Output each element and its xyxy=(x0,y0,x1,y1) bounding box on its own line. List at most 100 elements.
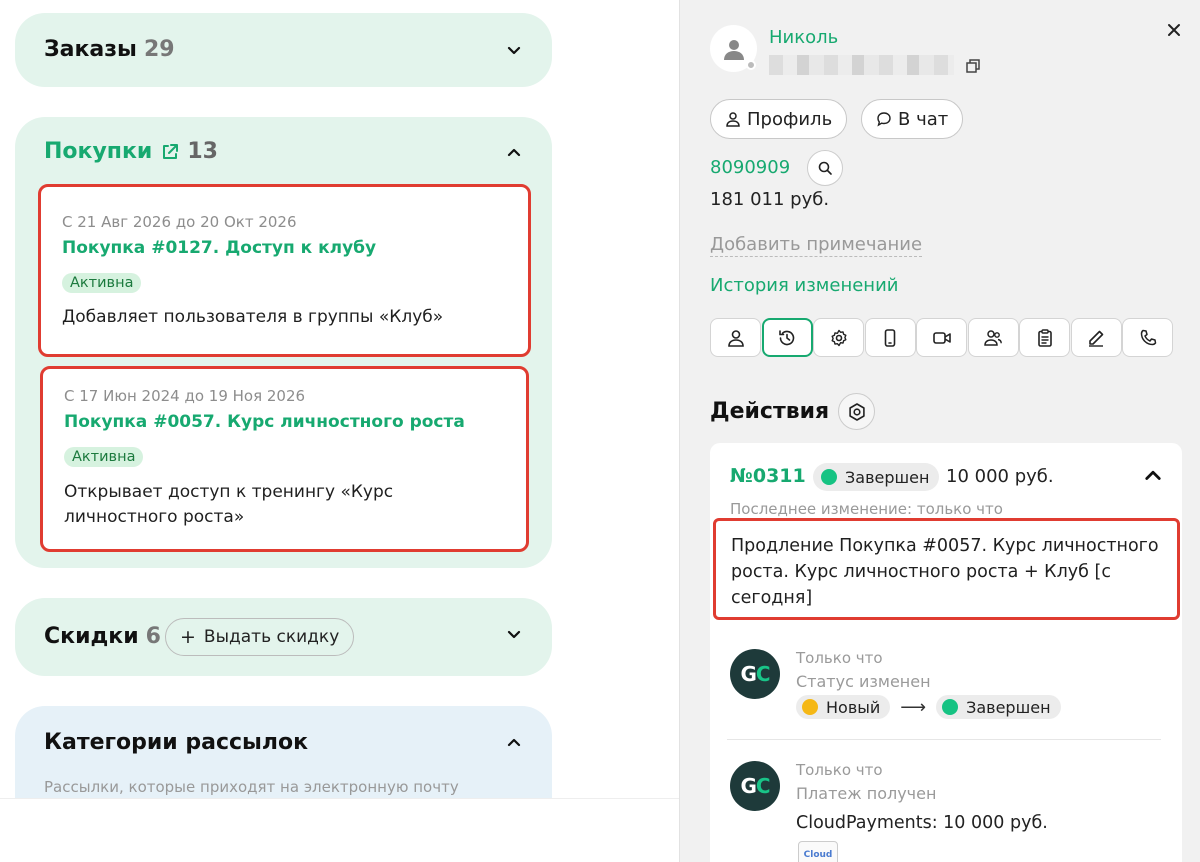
purchase-item[interactable]: С 21 Авг 2026 до 20 Окт 2026 Покупка #01… xyxy=(38,184,531,357)
status-dot-icon xyxy=(802,699,818,715)
give-discount-label: Выдать скидку xyxy=(203,627,340,647)
chevron-up-icon[interactable] xyxy=(504,733,524,753)
user-icon xyxy=(723,39,744,60)
user-name[interactable]: Николь xyxy=(769,27,838,48)
add-note-link[interactable]: Добавить примечание xyxy=(710,234,923,257)
user-panel: Николь Профиль В чат 8090909 181 011 руб… xyxy=(679,0,1200,862)
external-link-icon[interactable] xyxy=(160,142,180,162)
purchase-desc: Добавляет пользователя в группы «Клуб» xyxy=(62,307,444,327)
purchases-count: 13 xyxy=(187,139,218,164)
status-dot-icon xyxy=(821,469,837,485)
purchase-title[interactable]: Покупка #0127. Доступ к клубу xyxy=(62,238,376,258)
order-status-badge: Завершен xyxy=(813,463,940,491)
history-text: Статус изменен xyxy=(796,672,931,691)
total-amount: 181 011 руб. xyxy=(710,189,830,210)
status-to-label: Завершен xyxy=(966,697,1051,717)
discounts-title: Скидки xyxy=(44,624,139,649)
toolbar xyxy=(710,318,1174,357)
purchases-header[interactable]: Покупки 13 xyxy=(44,139,218,164)
gear-icon xyxy=(831,329,846,346)
profile-label: Профиль xyxy=(747,108,833,130)
toolbar-settings[interactable] xyxy=(813,318,864,357)
toolbar-history[interactable] xyxy=(761,318,813,357)
history-time: Только что xyxy=(796,649,883,667)
pencil-icon xyxy=(1089,330,1104,347)
status-dot-icon xyxy=(942,699,959,715)
action-card: №0311 Завершен 10 000 руб. Последнее изм… xyxy=(710,443,1182,862)
discounts-card[interactable]: Скидки 6 + Выдать скидку xyxy=(15,598,552,676)
arrow-right-icon: ⟶ xyxy=(900,696,927,718)
close-icon[interactable] xyxy=(1164,20,1184,40)
chevron-up-icon[interactable] xyxy=(1143,466,1163,486)
avatar[interactable] xyxy=(710,25,757,72)
history-link[interactable]: История изменений xyxy=(710,275,898,296)
order-sum: 10 000 руб. xyxy=(946,466,1054,487)
chat-button[interactable]: В чат xyxy=(861,99,964,139)
chevron-down-icon[interactable] xyxy=(504,40,524,60)
payment-info: CloudPayments: 10 000 руб. xyxy=(796,813,1048,833)
plus-icon: + xyxy=(180,626,196,648)
hexagon-settings-icon[interactable] xyxy=(838,393,875,430)
purchase-item[interactable]: С 17 Июн 2024 до 19 Ноя 2026 Покупка #00… xyxy=(40,366,529,552)
purchase-desc: Открывает доступ к тренингу «Курс личнос… xyxy=(64,482,394,527)
orders-count: 29 xyxy=(143,37,175,62)
chevron-down-icon[interactable] xyxy=(504,624,524,644)
toolbar-clipboard[interactable] xyxy=(1019,318,1070,357)
copy-icon[interactable] xyxy=(965,58,981,74)
discounts-count: 6 xyxy=(145,624,161,649)
order-product-box: Продление Покупка #0057. Курс личностног… xyxy=(713,518,1180,620)
clipboard-icon xyxy=(1037,328,1052,347)
purchase-dates: С 21 Авг 2026 до 20 Окт 2026 xyxy=(62,213,297,231)
cloudpayments-logo: Cloud xyxy=(798,841,838,862)
give-discount-button[interactable]: + Выдать скидку xyxy=(165,618,355,656)
last-change: Последнее изменение: только что xyxy=(730,500,1003,518)
phone-icon xyxy=(1140,329,1156,345)
left-panel: Заказы 29 Покупки 13 С 21 Авг 2026 до 20… xyxy=(0,0,679,862)
user-icon xyxy=(727,329,744,347)
purchase-title[interactable]: Покупка #0057. Курс личностного роста xyxy=(64,412,465,432)
toolbar-mobile[interactable] xyxy=(864,318,916,357)
status-change: Новый ⟶ Завершен xyxy=(796,695,1061,719)
user-email-blurred xyxy=(769,55,954,75)
discounts-header[interactable]: Скидки 6 xyxy=(44,624,161,649)
chevron-up-icon[interactable] xyxy=(504,143,524,163)
online-status-dot xyxy=(746,60,756,70)
bottom-bar xyxy=(0,798,679,862)
toolbar-users[interactable] xyxy=(967,318,1019,357)
users-icon xyxy=(984,329,1002,346)
order-number[interactable]: №0311 xyxy=(730,465,806,487)
toolbar-call[interactable] xyxy=(1122,318,1173,357)
divider xyxy=(727,739,1161,740)
purchases-title[interactable]: Покупки xyxy=(44,139,152,164)
orders-card[interactable]: Заказы 29 xyxy=(15,13,552,87)
orders-title: Заказы xyxy=(44,37,137,62)
order-status-label: Завершен xyxy=(845,467,930,487)
status-badge: Активна xyxy=(64,447,144,467)
orders-header[interactable]: Заказы 29 xyxy=(44,37,175,62)
toolbar-video[interactable] xyxy=(916,318,967,357)
video-icon xyxy=(932,331,951,344)
purchase-dates: С 17 Июн 2024 до 19 Ноя 2026 xyxy=(64,387,306,405)
history-icon xyxy=(779,329,795,345)
page: Заказы 29 Покупки 13 С 21 Авг 2026 до 20… xyxy=(0,0,1200,862)
chat-icon xyxy=(877,112,891,127)
gc-logo-icon: GC xyxy=(730,649,780,699)
gc-logo-icon: GC xyxy=(730,761,780,811)
search-icon[interactable] xyxy=(807,150,843,186)
user-icon xyxy=(726,112,740,127)
order-product: Продление Покупка #0057. Курс личностног… xyxy=(731,536,1159,608)
mailing-title: Категории рассылок xyxy=(44,730,309,755)
mailing-header[interactable]: Категории рассылок xyxy=(44,730,308,755)
mailing-subtitle: Рассылки, которые приходят на электронну… xyxy=(44,778,459,796)
status-from-label: Новый xyxy=(826,697,881,717)
history-time: Только что xyxy=(796,761,883,779)
chat-label: В чат xyxy=(898,108,949,130)
profile-button[interactable]: Профиль xyxy=(710,99,848,139)
status-from-badge: Новый xyxy=(796,695,891,719)
toolbar-profile[interactable] xyxy=(710,318,761,357)
purchases-card: Покупки 13 С 21 Авг 2026 до 20 Окт 2026 … xyxy=(15,117,552,568)
toolbar-edit[interactable] xyxy=(1070,318,1122,357)
phone-number[interactable]: 8090909 xyxy=(710,157,790,178)
phone-device-icon xyxy=(884,328,896,347)
actions-title: Действия xyxy=(710,399,830,424)
